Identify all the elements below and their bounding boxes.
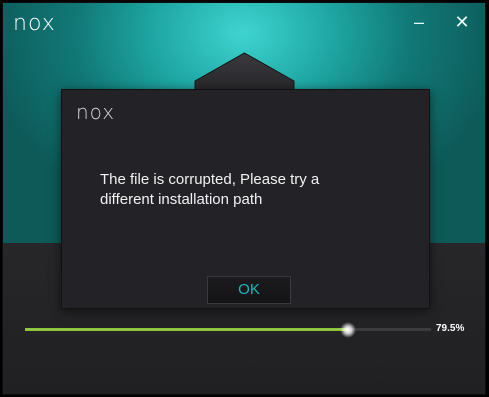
dialog-nox-logo: nox — [76, 100, 116, 124]
progress-glow-indicator — [339, 322, 356, 338]
installer-window: nox – ✕ nox The file is corrupted, Pleas… — [2, 2, 486, 395]
ok-button[interactable]: OK — [207, 276, 291, 304]
minimize-button[interactable]: – — [408, 11, 430, 33]
close-button[interactable]: ✕ — [451, 11, 473, 33]
nox-logo: nox — [13, 11, 56, 36]
error-message-line-1: The file is corrupted, Please try a — [100, 171, 320, 188]
error-dialog: nox The file is corrupted, Please try a … — [61, 89, 430, 309]
progress-bar — [25, 322, 431, 338]
error-message-line-2: different installation path — [100, 191, 263, 208]
error-message: The file is corrupted, Please try a diff… — [100, 170, 400, 210]
progress-bar-fill — [25, 328, 348, 331]
progress-percent-label: 79.5% — [436, 323, 465, 334]
